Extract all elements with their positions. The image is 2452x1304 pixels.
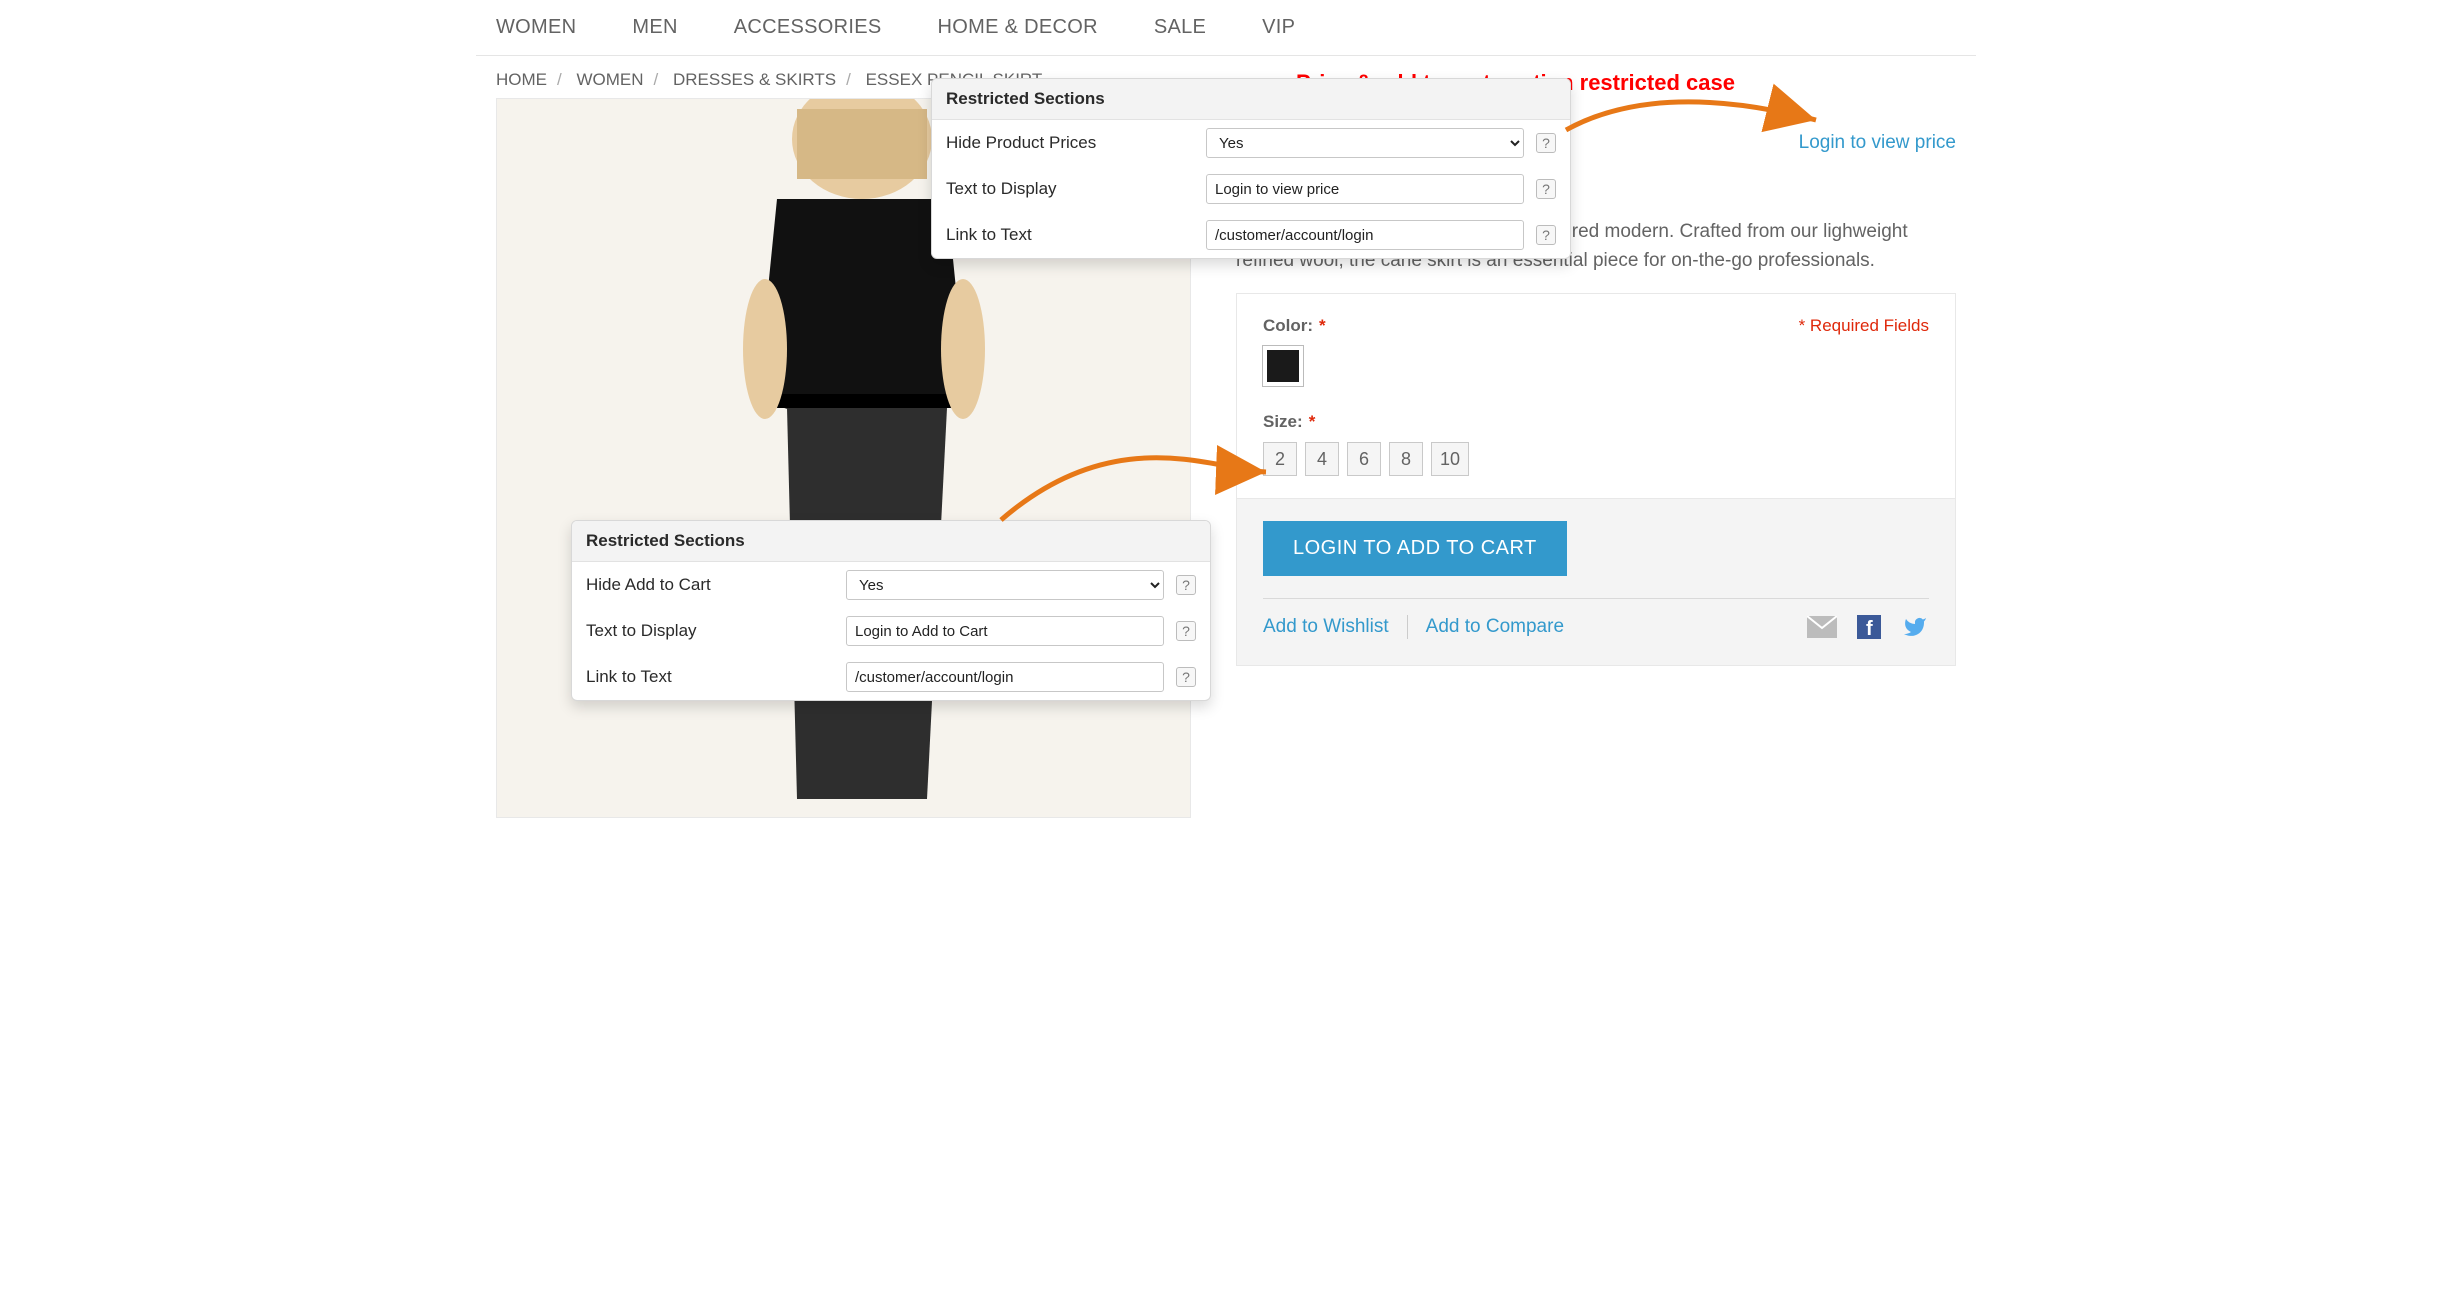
crumb-category[interactable]: DRESSES & SKIRTS xyxy=(673,70,836,89)
size-label: Size: xyxy=(1263,412,1303,431)
link-to-text-input[interactable] xyxy=(1206,220,1524,250)
help-icon[interactable]: ? xyxy=(1176,621,1196,641)
color-swatch-black[interactable] xyxy=(1263,346,1303,386)
nav-women[interactable]: WOMEN xyxy=(496,16,576,39)
nav-men[interactable]: MEN xyxy=(632,16,677,39)
text-to-display-input[interactable] xyxy=(846,616,1164,646)
restricted-sections-cart-panel: Restricted Sections Hide Add to Cart Yes… xyxy=(571,520,1211,701)
panel-title: Restricted Sections xyxy=(932,79,1570,120)
text-to-display-input[interactable] xyxy=(1206,174,1524,204)
login-to-add-to-cart-button[interactable]: LOGIN TO ADD TO CART xyxy=(1263,521,1567,576)
help-icon[interactable]: ? xyxy=(1176,575,1196,595)
email-icon[interactable] xyxy=(1807,616,1837,638)
restricted-sections-price-panel: Restricted Sections Hide Product Prices … xyxy=(931,78,1571,259)
help-icon[interactable]: ? xyxy=(1176,667,1196,687)
nav-home-decor[interactable]: HOME & DECOR xyxy=(938,16,1098,39)
svg-text:f: f xyxy=(1866,618,1873,639)
size-option[interactable]: 8 xyxy=(1389,442,1423,476)
hide-prices-label: Hide Product Prices xyxy=(946,133,1194,153)
nav-accessories[interactable]: ACCESSORIES xyxy=(734,16,882,39)
size-option[interactable]: 2 xyxy=(1263,442,1297,476)
add-to-wishlist-link[interactable]: Add to Wishlist xyxy=(1263,616,1389,638)
size-option[interactable]: 10 xyxy=(1431,442,1469,476)
help-icon[interactable]: ? xyxy=(1536,179,1556,199)
size-option[interactable]: 6 xyxy=(1347,442,1381,476)
facebook-icon[interactable]: f xyxy=(1857,615,1881,639)
crumb-women[interactable]: WOMEN xyxy=(576,70,643,89)
link-to-text-input[interactable] xyxy=(846,662,1164,692)
twitter-icon[interactable] xyxy=(1901,615,1929,639)
size-option[interactable]: 4 xyxy=(1305,442,1339,476)
required-fields-label: * Required Fields xyxy=(1799,316,1929,336)
product-options: * Required Fields Color:* Size:* 2 4 6 8… xyxy=(1236,293,1956,499)
add-to-compare-link[interactable]: Add to Compare xyxy=(1426,616,1564,638)
main-nav: WOMEN MEN ACCESSORIES HOME & DECOR SALE … xyxy=(476,0,1976,56)
text-to-display-label: Text to Display xyxy=(586,621,834,641)
crumb-home[interactable]: HOME xyxy=(496,70,547,89)
nav-vip[interactable]: VIP xyxy=(1262,16,1295,39)
color-label: Color: xyxy=(1263,316,1313,335)
hide-prices-select[interactable]: Yes xyxy=(1206,128,1524,158)
help-icon[interactable]: ? xyxy=(1536,133,1556,153)
nav-sale[interactable]: SALE xyxy=(1154,16,1206,39)
help-icon[interactable]: ? xyxy=(1536,225,1556,245)
hide-add-to-cart-select[interactable]: Yes xyxy=(846,570,1164,600)
link-to-text-label: Link to Text xyxy=(586,667,834,687)
panel-title: Restricted Sections xyxy=(572,521,1210,562)
text-to-display-label: Text to Display xyxy=(946,179,1194,199)
add-to-cart-box: LOGIN TO ADD TO CART Add to Wishlist Add… xyxy=(1236,499,1956,666)
login-to-view-price-link[interactable]: Login to view price xyxy=(1799,132,1956,154)
hide-add-to-cart-label: Hide Add to Cart xyxy=(586,575,834,595)
link-to-text-label: Link to Text xyxy=(946,225,1194,245)
